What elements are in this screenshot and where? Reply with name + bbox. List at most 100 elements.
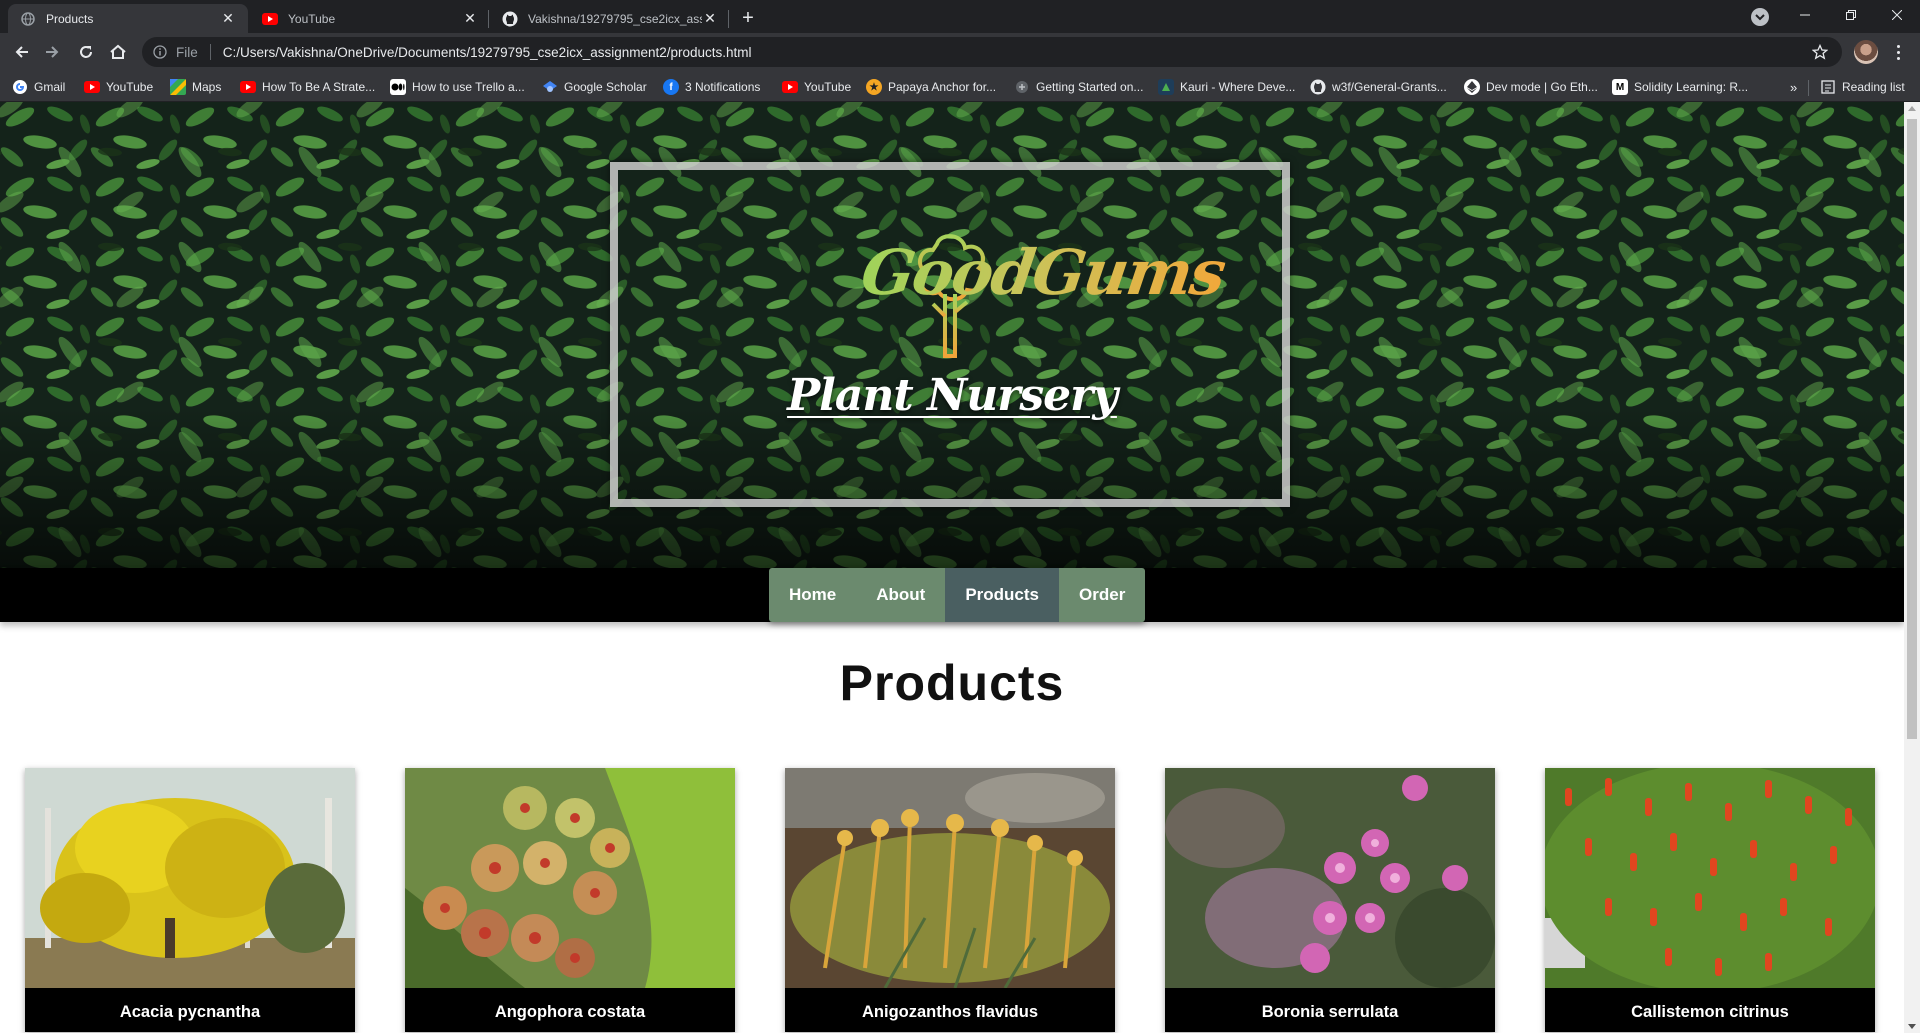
hero-banner: GoodGums Plant Nursery	[0, 102, 1904, 568]
product-grid: Acacia pycnantha Angophora costata Anigo…	[25, 768, 1880, 1033]
reading-list-label: Reading list	[1842, 80, 1905, 94]
product-photo[interactable]	[405, 768, 735, 988]
address-bar[interactable]: File C:/Users/Vakishna/OneDrive/Document…	[142, 37, 1842, 67]
product-card[interactable]: Angophora costata	[405, 768, 735, 1032]
bookmarks-bar: Gmail YouTube Maps How To Be A Strate...…	[0, 71, 1920, 102]
bookmark-label: Kauri - Where Deve...	[1180, 80, 1296, 94]
bookmark-label: Getting Started on...	[1036, 80, 1144, 94]
bookmark-label: Maps	[192, 80, 222, 94]
bookmark-label: Google Scholar	[564, 80, 647, 94]
scroll-down-icon[interactable]	[1908, 1024, 1916, 1029]
new-tab-button[interactable]: +	[736, 6, 760, 30]
close-tab-icon[interactable]: ✕	[702, 10, 718, 27]
bookmark-label: YouTube	[106, 80, 154, 94]
product-photo[interactable]	[785, 768, 1115, 988]
nav-order[interactable]: Order	[1059, 568, 1146, 622]
papaya-icon: ★	[866, 79, 882, 95]
product-card[interactable]: Callistemon citrinus	[1545, 768, 1875, 1032]
main-nav: Home About Products Order	[769, 568, 1146, 622]
medium-icon: M	[1612, 79, 1628, 95]
restore-button[interactable]	[1828, 0, 1874, 30]
page-title: Products	[839, 655, 1065, 711]
bookmark-label: 3 Notifications	[685, 80, 761, 94]
maps-icon	[170, 79, 186, 95]
tab-divider	[728, 10, 729, 28]
home-button[interactable]	[104, 38, 132, 66]
bookmark-youtube-2[interactable]: YouTube	[782, 76, 851, 98]
bookmark-label: How To Be A Strate...	[262, 80, 376, 94]
nav-about[interactable]: About	[856, 568, 946, 622]
page-scrollbar[interactable]	[1904, 102, 1920, 1033]
bookmark-label: Gmail	[34, 80, 66, 94]
product-card[interactable]: Acacia pycnantha	[25, 768, 355, 1032]
scroll-thumb[interactable]	[1907, 119, 1917, 739]
reload-button[interactable]	[72, 38, 100, 66]
bookmarks-divider	[1808, 80, 1809, 96]
youtube-icon	[240, 79, 256, 95]
bookmarks-overflow-icon[interactable]: »	[1790, 80, 1797, 95]
reload-icon	[80, 46, 92, 58]
product-name: Boronia serrulata	[1165, 988, 1495, 1032]
menu-kebab-icon[interactable]	[1888, 42, 1908, 62]
forward-button[interactable]	[38, 38, 66, 66]
bookmark-trello-article[interactable]: How to use Trello a...	[390, 76, 525, 98]
medium-icon	[390, 79, 406, 95]
bookmark-label: How to use Trello a...	[412, 80, 525, 94]
bookmark-google-scholar[interactable]: Google Scholar	[542, 76, 647, 98]
bookmark-papaya[interactable]: ★ Papaya Anchor for...	[866, 76, 996, 98]
product-card[interactable]: Anigozanthos flavidus	[785, 768, 1115, 1032]
bookmark-kauri[interactable]: Kauri - Where Deve...	[1158, 76, 1295, 98]
bookmark-dev-mode-eth[interactable]: Dev mode | Go Eth...	[1464, 76, 1598, 98]
bookmark-solidity-learning[interactable]: M Solidity Learning: R...	[1612, 76, 1748, 98]
bookmark-w3f-grants[interactable]: w3f/General-Grants...	[1310, 76, 1447, 98]
close-tab-icon[interactable]: ✕	[462, 10, 478, 27]
tab-search-icon[interactable]	[1751, 8, 1769, 26]
bookmark-youtube[interactable]: YouTube	[84, 76, 153, 98]
youtube-icon	[262, 11, 278, 27]
ethereum-icon	[1464, 79, 1480, 95]
close-window-button[interactable]	[1874, 0, 1920, 30]
google-icon	[12, 79, 28, 95]
bookmark-getting-started[interactable]: Getting Started on...	[1014, 76, 1143, 98]
scroll-up-icon[interactable]	[1908, 106, 1916, 111]
product-name: Callistemon citrinus	[1545, 988, 1875, 1032]
info-icon[interactable]	[152, 44, 168, 60]
tab-divider	[488, 10, 489, 28]
youtube-icon	[84, 79, 100, 95]
product-name: Angophora costata	[405, 988, 735, 1032]
arrow-right-icon	[46, 46, 59, 58]
url-scheme: File	[176, 44, 198, 60]
bookmark-label: Solidity Learning: R...	[1634, 80, 1749, 94]
bookmark-label: w3f/General-Grants...	[1332, 80, 1447, 94]
product-photo[interactable]	[1545, 768, 1875, 988]
profile-avatar[interactable]	[1854, 40, 1878, 64]
bookmark-maps[interactable]: Maps	[170, 76, 221, 98]
tab-github[interactable]: Vakishna/19279795_cse2icx_assig ✕	[490, 4, 730, 33]
tab-products[interactable]: Products ✕	[8, 4, 248, 33]
nav-products[interactable]: Products	[945, 568, 1060, 622]
close-tab-icon[interactable]: ✕	[220, 10, 236, 27]
bookmark-gmail[interactable]: Gmail	[12, 76, 65, 98]
bookmark-strategy-video[interactable]: How To Be A Strate...	[240, 76, 375, 98]
minimize-button[interactable]	[1782, 0, 1828, 30]
product-card[interactable]: Boronia serrulata	[1165, 768, 1495, 1032]
github-icon	[1310, 79, 1326, 95]
globe-icon	[20, 11, 36, 27]
url-text[interactable]: C:/Users/Vakishna/OneDrive/Documents/192…	[223, 45, 1810, 60]
product-photo[interactable]	[1165, 768, 1495, 988]
tab-youtube[interactable]: YouTube ✕	[250, 4, 490, 33]
omnibox-divider	[209, 44, 211, 60]
tab-title: Vakishna/19279795_cse2icx_assig	[528, 11, 702, 26]
product-photo[interactable]	[25, 768, 355, 988]
reading-list-icon	[1820, 79, 1836, 95]
page-viewport: GoodGums Plant Nursery Home About Produc…	[0, 102, 1904, 1033]
hero-tagline: Plant Nursery	[787, 370, 1118, 421]
bookmark-star-icon[interactable]	[1810, 42, 1830, 62]
arrow-left-icon	[15, 46, 28, 58]
back-button[interactable]	[8, 38, 36, 66]
reading-list-button[interactable]: Reading list	[1820, 76, 1905, 98]
bookmark-facebook-notifications[interactable]: f 3 Notifications	[663, 76, 760, 98]
nav-home[interactable]: Home	[769, 568, 857, 622]
tab-title: Products	[46, 11, 94, 26]
home-icon	[110, 44, 126, 59]
